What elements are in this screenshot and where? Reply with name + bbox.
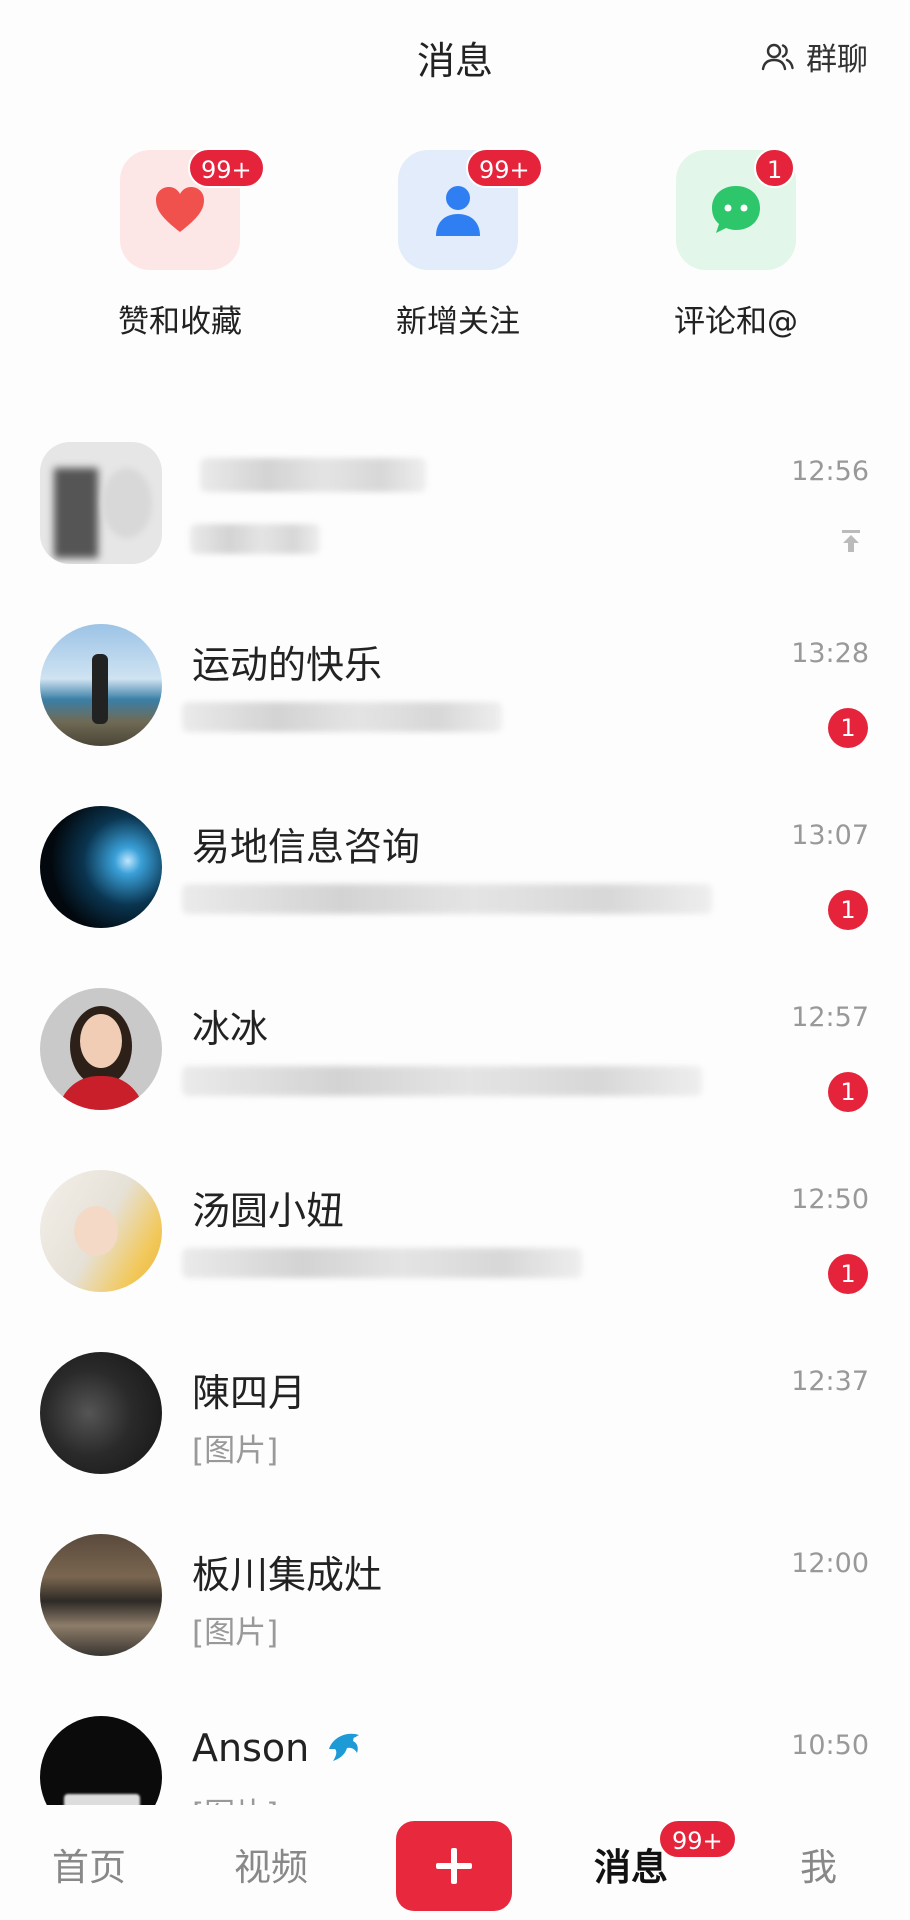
message-time: 12:50 xyxy=(791,1184,869,1215)
followers-badge: 99+ xyxy=(466,148,543,188)
unread-badge: 1 xyxy=(828,1254,868,1294)
comments-and-mentions[interactable]: 1 评论和@ xyxy=(626,148,846,341)
pin-icon xyxy=(842,530,860,552)
list-item[interactable]: 运动的快乐 13:28 1 xyxy=(0,602,910,784)
likes-tile: 99+ xyxy=(120,148,265,270)
avatar xyxy=(40,1352,162,1474)
list-item[interactable]: 陳四月 [图片] 12:37 xyxy=(0,1330,910,1512)
avatar xyxy=(40,1534,162,1656)
unread-badge: 1 xyxy=(828,1072,868,1112)
comments-label: 评论和@ xyxy=(674,304,798,340)
list-item[interactable]: 冰冰 12:57 1 xyxy=(0,966,910,1148)
message-time: 10:50 xyxy=(791,1730,869,1761)
list-item[interactable]: 12:56 xyxy=(0,420,910,602)
new-followers[interactable]: 99+ 新增关注 xyxy=(348,148,568,341)
blurred-preview xyxy=(182,884,712,914)
avatar xyxy=(40,988,162,1110)
contact-name: 板川集成灶 xyxy=(192,1553,383,1597)
list-item[interactable]: 易地信息咨询 13:07 1 xyxy=(0,784,910,966)
contact-name: Anson xyxy=(192,1726,365,1770)
list-item[interactable]: 板川集成灶 [图片] 12:00 xyxy=(0,1512,910,1694)
people-icon xyxy=(761,43,794,70)
chat-bubble-icon xyxy=(712,186,760,233)
contact-name: 汤圆小妞 xyxy=(192,1189,345,1233)
likes-badge: 99+ xyxy=(188,148,265,188)
avatar xyxy=(40,624,162,746)
group-chat-label: 群聊 xyxy=(806,42,868,78)
comments-tile: 1 xyxy=(676,148,796,270)
followers-tile: 99+ xyxy=(398,148,543,270)
likes-and-favorites[interactable]: 99+ 赞和收藏 xyxy=(70,148,290,341)
blurred-preview xyxy=(182,1248,582,1278)
message-time: 12:00 xyxy=(791,1548,869,1579)
plus-icon xyxy=(436,1848,472,1884)
blurred-preview xyxy=(182,702,502,732)
messages-badge: 99+ xyxy=(658,1819,737,1859)
avatar xyxy=(40,806,162,928)
contact-name: 冰冰 xyxy=(192,1007,269,1051)
unread-badge: 1 xyxy=(828,708,868,748)
message-preview: [图片] xyxy=(192,1615,279,1651)
bottom-nav: 首页 视频 消息 99+ 我 xyxy=(0,1805,910,1920)
header: 消息 群聊 xyxy=(0,0,910,110)
nav-home[interactable]: 首页 xyxy=(52,1837,126,1891)
blurred-name xyxy=(200,458,426,492)
avatar xyxy=(40,442,162,564)
contact-name: 易地信息咨询 xyxy=(192,825,421,869)
category-row: 99+ 赞和收藏 99+ 新增关注 1 评论和@ xyxy=(0,148,910,370)
blurred-preview xyxy=(190,524,320,554)
nav-messages[interactable]: 消息 xyxy=(594,1837,668,1891)
message-time: 13:28 xyxy=(791,638,869,669)
message-time: 13:07 xyxy=(791,820,869,851)
avatar xyxy=(40,1170,162,1292)
messages-screen: 消息 群聊 99+ 赞和收藏 99+ 新增关注 1 评论和@ 12:56 运动的… xyxy=(0,0,910,1920)
comments-badge: 1 xyxy=(754,148,796,188)
person-icon xyxy=(436,186,480,236)
nav-video[interactable]: 视频 xyxy=(234,1837,308,1891)
unread-badge: 1 xyxy=(828,890,868,930)
list-item[interactable]: 汤圆小妞 12:50 1 xyxy=(0,1148,910,1330)
create-post-button[interactable] xyxy=(396,1821,512,1911)
message-time: 12:56 xyxy=(791,456,869,487)
followers-label: 新增关注 xyxy=(396,304,520,340)
message-time: 12:37 xyxy=(791,1366,869,1397)
heart-icon xyxy=(156,187,204,232)
message-preview: [图片] xyxy=(192,1433,279,1469)
likes-label: 赞和收藏 xyxy=(118,304,242,340)
group-chat-button[interactable]: 群聊 xyxy=(760,34,868,79)
message-time: 12:57 xyxy=(791,1002,869,1033)
contact-name-text: Anson xyxy=(192,1726,310,1770)
contact-name: 运动的快乐 xyxy=(192,643,383,687)
contact-name: 陳四月 xyxy=(192,1371,307,1415)
nav-me[interactable]: 我 xyxy=(800,1837,837,1891)
dolphin-icon xyxy=(329,1733,360,1761)
blurred-preview xyxy=(182,1066,702,1096)
